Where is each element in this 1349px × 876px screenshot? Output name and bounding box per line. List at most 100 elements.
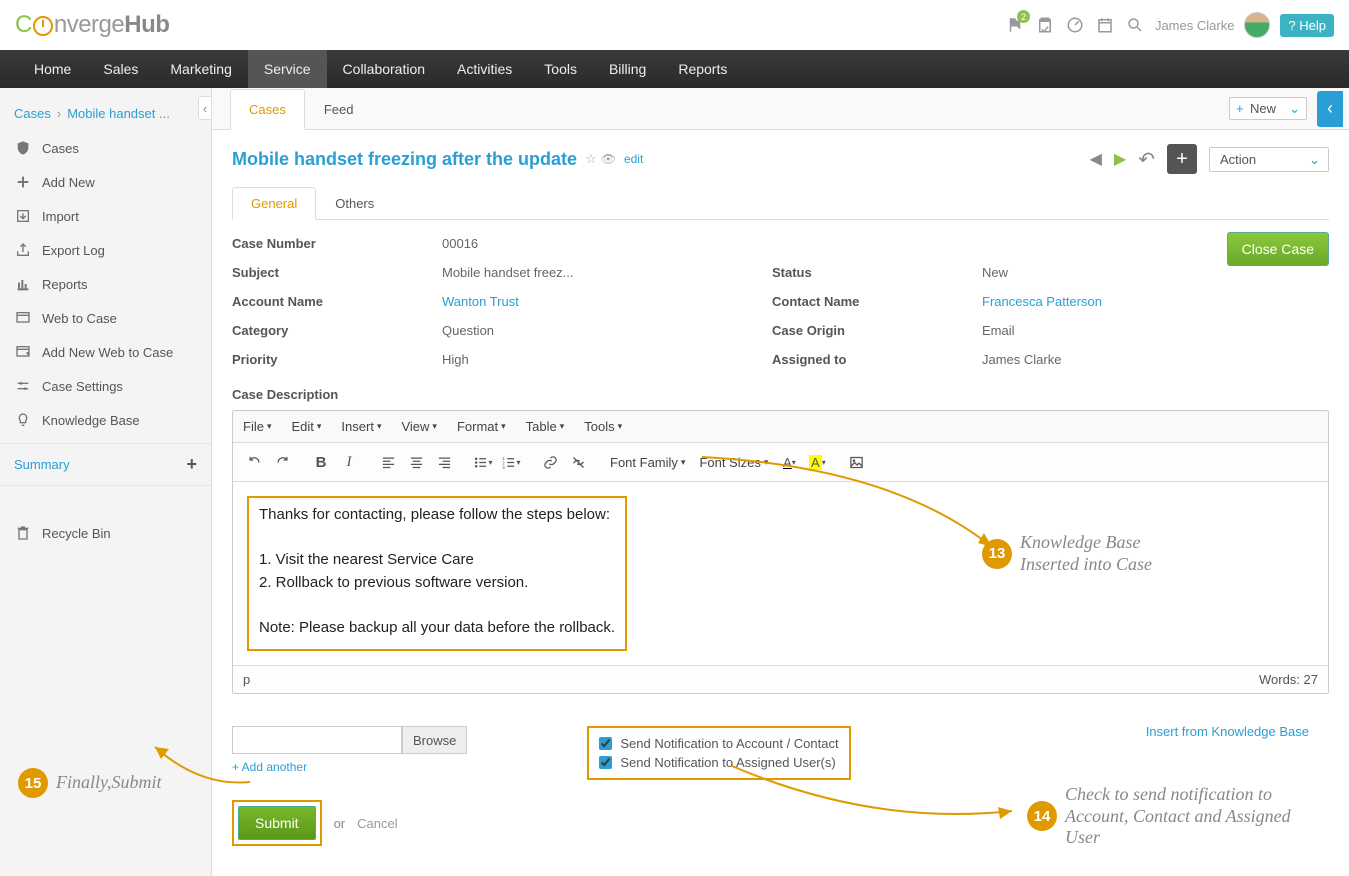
subtab-others[interactable]: Others bbox=[316, 187, 393, 220]
bullet-list-icon[interactable]: ▾ bbox=[470, 449, 496, 475]
align-center-icon[interactable] bbox=[403, 449, 429, 475]
sidebar-item-export-log[interactable]: Export Log bbox=[0, 233, 211, 267]
action-dropdown[interactable]: Action ⌄ bbox=[1209, 147, 1329, 172]
close-case-button[interactable]: Close Case bbox=[1227, 232, 1329, 266]
bg-color-icon[interactable]: A ▾ bbox=[804, 449, 830, 475]
font-family-dropdown[interactable]: Font Family ▾ bbox=[604, 451, 691, 474]
editor-body[interactable]: Thanks for contacting, please follow the… bbox=[233, 482, 1328, 665]
new-dropdown[interactable]: + New ⌄ bbox=[1229, 97, 1307, 120]
sidebar-item-label: Cases bbox=[42, 141, 79, 156]
sidebar-item-case-settings[interactable]: Case Settings bbox=[0, 369, 211, 403]
cancel-link[interactable]: Cancel bbox=[357, 816, 397, 831]
chart-icon bbox=[14, 275, 32, 293]
logo-hub: Hub bbox=[124, 11, 169, 38]
import-icon bbox=[14, 207, 32, 225]
add-button[interactable]: + bbox=[1167, 144, 1197, 174]
clipboard-icon[interactable] bbox=[1035, 15, 1055, 35]
checkbox[interactable] bbox=[599, 737, 612, 750]
notify-assigned-checkbox[interactable]: Send Notification to Assigned User(s) bbox=[599, 753, 838, 772]
sidebar-item-add-new[interactable]: Add New bbox=[0, 165, 211, 199]
align-right-icon[interactable] bbox=[431, 449, 457, 475]
next-record-icon[interactable]: ▶ bbox=[1114, 149, 1126, 169]
italic-icon[interactable]: I bbox=[336, 449, 362, 475]
editor-menu-file[interactable]: File ▾ bbox=[233, 411, 281, 442]
flag-icon[interactable]: 2 bbox=[1005, 15, 1025, 35]
sidebar-collapse-icon[interactable]: ‹ bbox=[198, 96, 212, 120]
mainnav-item-billing[interactable]: Billing bbox=[593, 50, 662, 88]
font-size-dropdown[interactable]: Font Sizes ▾ bbox=[693, 451, 774, 474]
editor-menu-tools[interactable]: Tools ▾ bbox=[574, 411, 632, 442]
mainnav-item-sales[interactable]: Sales bbox=[87, 50, 154, 88]
link-icon[interactable] bbox=[537, 449, 563, 475]
mainnav-item-collaboration[interactable]: Collaboration bbox=[327, 50, 442, 88]
notify-account-checkbox[interactable]: Send Notification to Account / Contact bbox=[599, 734, 838, 753]
undo-icon[interactable] bbox=[241, 449, 267, 475]
sidebar-item-web-to-case[interactable]: Web to Case bbox=[0, 301, 211, 335]
align-left-icon[interactable] bbox=[375, 449, 401, 475]
subtab-general[interactable]: General bbox=[232, 187, 316, 220]
field-value-account[interactable]: Wanton Trust bbox=[442, 294, 762, 309]
mainnav-item-activities[interactable]: Activities bbox=[441, 50, 528, 88]
add-another-link[interactable]: + Add another bbox=[232, 760, 467, 774]
edit-link[interactable]: edit bbox=[624, 152, 643, 166]
image-icon[interactable] bbox=[843, 449, 869, 475]
sidebar-item-import[interactable]: Import bbox=[0, 199, 211, 233]
editor-menu-format[interactable]: Format ▾ bbox=[447, 411, 516, 442]
sidebar-item-cases[interactable]: Cases bbox=[0, 131, 211, 165]
plus-icon[interactable]: + bbox=[186, 454, 197, 475]
sidebar-item-label: Add New Web to Case bbox=[42, 345, 173, 360]
star-icon[interactable]: ☆ bbox=[585, 151, 597, 167]
search-icon[interactable] bbox=[1125, 15, 1145, 35]
sidebar-item-label: Import bbox=[42, 209, 79, 224]
username-label[interactable]: James Clarke bbox=[1155, 18, 1234, 33]
shield-icon bbox=[14, 139, 32, 157]
editor-menu-table[interactable]: Table ▾ bbox=[516, 411, 575, 442]
breadcrumb: Cases › Mobile handset ... ‹ bbox=[0, 96, 211, 131]
number-list-icon[interactable]: 123▾ bbox=[498, 449, 524, 475]
mainnav-item-home[interactable]: Home bbox=[18, 50, 87, 88]
inserted-kb-content: Thanks for contacting, please follow the… bbox=[247, 496, 627, 651]
sidebar-summary[interactable]: Summary + bbox=[0, 444, 211, 486]
editor-word-count: Words: 27 bbox=[1259, 672, 1318, 687]
sidebar-item-recycle[interactable]: Recycle Bin bbox=[0, 516, 211, 550]
sidebar-item-add-new-web-to-case[interactable]: Add New Web to Case bbox=[0, 335, 211, 369]
field-label-account: Account Name bbox=[232, 294, 432, 309]
tab-cases[interactable]: Cases bbox=[230, 89, 305, 130]
tab-feed[interactable]: Feed bbox=[305, 89, 373, 130]
file-input[interactable] bbox=[232, 726, 402, 754]
bold-icon[interactable]: B bbox=[308, 449, 334, 475]
mainnav-item-service[interactable]: Service bbox=[248, 50, 327, 88]
panel-reveal-button[interactable]: ‹ bbox=[1317, 91, 1343, 127]
editor-menu-insert[interactable]: Insert ▾ bbox=[331, 411, 391, 442]
chevron-down-icon: ⌄ bbox=[1309, 152, 1320, 168]
mainnav-item-marketing[interactable]: Marketing bbox=[154, 50, 247, 88]
calendar-icon[interactable] bbox=[1095, 15, 1115, 35]
editor-menu-view[interactable]: View ▾ bbox=[391, 411, 446, 442]
sidebar-item-knowledge-base[interactable]: Knowledge Base bbox=[0, 403, 211, 437]
mainnav-item-tools[interactable]: Tools bbox=[528, 50, 593, 88]
avatar[interactable] bbox=[1244, 12, 1270, 38]
unlink-icon[interactable] bbox=[565, 449, 591, 475]
help-button[interactable]: ? Help bbox=[1280, 14, 1334, 37]
gauge-icon[interactable] bbox=[1065, 15, 1085, 35]
checkbox[interactable] bbox=[599, 756, 612, 769]
browse-button[interactable]: Browse bbox=[402, 726, 467, 754]
submit-button[interactable]: Submit bbox=[238, 806, 316, 840]
breadcrumb-root[interactable]: Cases bbox=[14, 106, 51, 121]
text-color-icon[interactable]: A ▾ bbox=[776, 449, 802, 475]
field-value-contact[interactable]: Francesca Patterson bbox=[982, 294, 1329, 309]
logo[interactable]: CnvergeHub bbox=[15, 11, 169, 39]
sidebar-item-reports[interactable]: Reports bbox=[0, 267, 211, 301]
redo-icon[interactable] bbox=[269, 449, 295, 475]
watch-icon[interactable]: 👁 bbox=[601, 152, 616, 166]
plus-icon bbox=[14, 173, 32, 191]
content-tabs: CasesFeed bbox=[212, 88, 373, 129]
insert-kb-link[interactable]: Insert from Knowledge Base bbox=[1146, 724, 1309, 739]
breadcrumb-current[interactable]: Mobile handset ... bbox=[67, 106, 170, 121]
editor-line: 1. Visit the nearest Service Care bbox=[259, 549, 615, 572]
prev-record-icon[interactable]: ◀ bbox=[1090, 149, 1102, 169]
field-value-category: Question bbox=[442, 323, 762, 338]
editor-menu-edit[interactable]: Edit ▾ bbox=[281, 411, 331, 442]
undo-icon[interactable]: ↶ bbox=[1138, 147, 1155, 172]
mainnav-item-reports[interactable]: Reports bbox=[662, 50, 743, 88]
